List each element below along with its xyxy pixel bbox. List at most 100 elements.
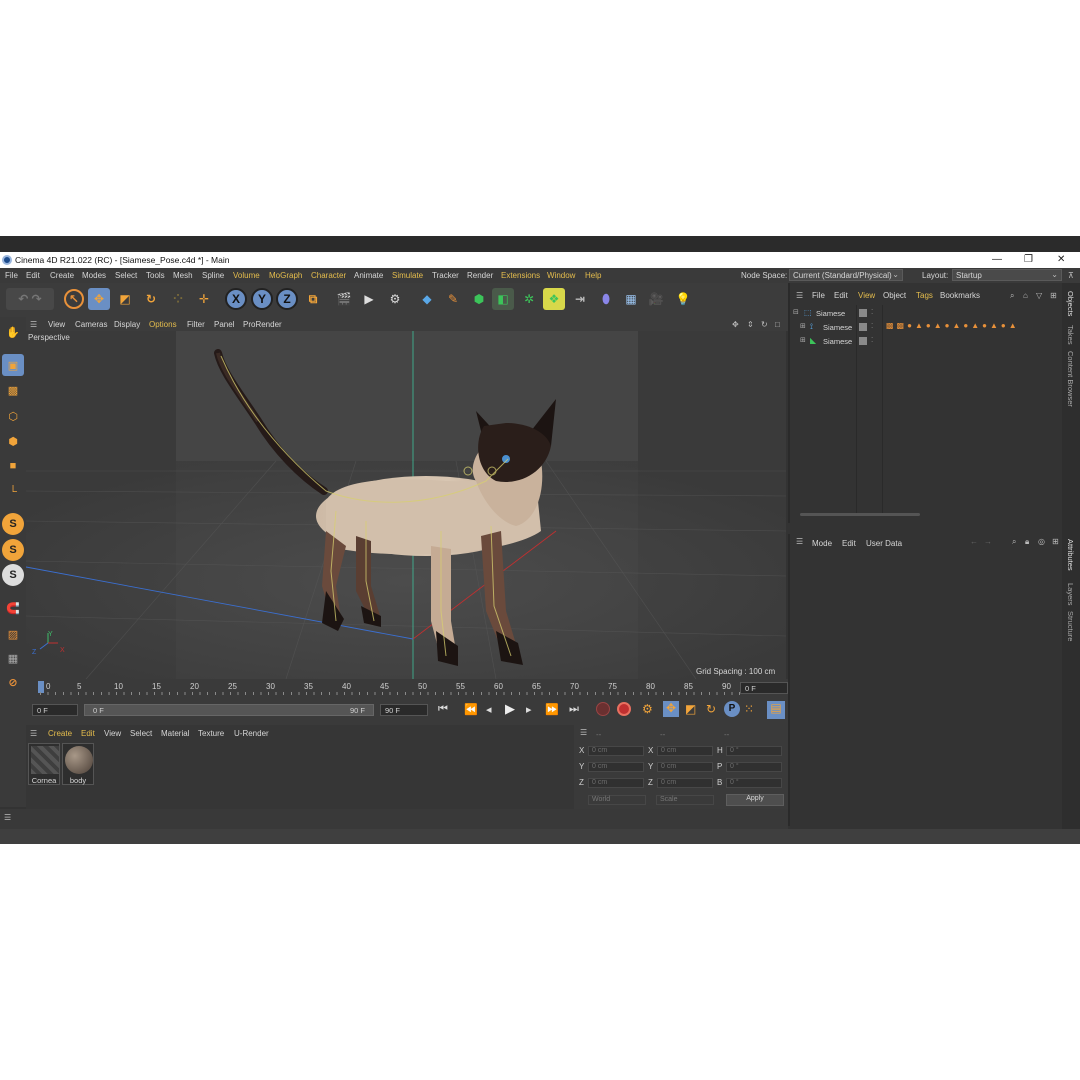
object-menu-bookmarks[interactable]: Bookmarks	[940, 291, 980, 300]
size-z-field[interactable]: 0 cm	[657, 778, 713, 788]
position-z-field[interactable]: 0 cm	[588, 778, 644, 788]
key-parameter-icon[interactable]: P	[724, 701, 740, 717]
material-menu-material[interactable]: Material	[161, 729, 189, 738]
lock-workplane-icon[interactable]: ⊘	[2, 671, 24, 693]
apply-button[interactable]: Apply	[726, 794, 784, 806]
start-frame-field[interactable]: 0 F	[32, 704, 78, 716]
hamburger-icon[interactable]: ☰	[580, 728, 587, 737]
viewport-menu-panel[interactable]: Panel	[214, 320, 234, 329]
menu-tracker[interactable]: Tracker	[432, 271, 459, 280]
camera-icon[interactable]: 🎥	[645, 288, 667, 310]
forward-arrow-icon[interactable]: →	[984, 537, 992, 546]
scale-dropdown[interactable]: Scale	[656, 795, 714, 805]
end-frame-field[interactable]: 90 F	[380, 704, 428, 716]
material-swatch-cornea[interactable]: Cornea	[28, 743, 60, 785]
play-icon[interactable]: ▶	[505, 701, 515, 717]
target-icon[interactable]: ◎	[1038, 537, 1045, 546]
texture-mode-icon[interactable]: ▩	[2, 379, 24, 401]
rotate-tool-icon[interactable]: ↻	[140, 288, 162, 310]
goto-start-icon[interactable]: ⏮	[438, 703, 448, 716]
record-active-icon[interactable]	[596, 702, 610, 716]
transform-tool-icon[interactable]: ✛	[193, 288, 215, 310]
pen-spline-icon[interactable]: ✎	[442, 288, 464, 310]
new-window-icon[interactable]: ⊞	[1052, 537, 1059, 546]
tab-objects[interactable]: Objects	[1066, 291, 1075, 316]
next-frame-icon[interactable]: ▸	[526, 703, 532, 716]
material-menu-create[interactable]: Create	[48, 729, 72, 738]
menu-mograph[interactable]: MoGraph	[269, 271, 302, 280]
render-picture-viewer-icon[interactable]: ▶	[358, 288, 380, 310]
minimize-button[interactable]: —	[992, 254, 1002, 265]
close-button[interactable]: ✕	[1057, 254, 1065, 265]
node-space-dropdown[interactable]: Current (Standard/Physical) ⌄	[789, 269, 903, 281]
key-scale-icon[interactable]: ◩	[685, 702, 696, 716]
tab-layers[interactable]: Layers	[1066, 583, 1075, 606]
axis-mode-icon[interactable]: └	[2, 481, 24, 503]
object-row[interactable]: ⊟ ⬚ Siamese ⁚	[790, 307, 1062, 320]
move-view-icon[interactable]: ✥	[732, 320, 739, 329]
frame-range-slider[interactable]: 0 F 90 F	[84, 704, 374, 716]
menu-modes[interactable]: Modes	[82, 271, 106, 280]
material-menu-texture[interactable]: Texture	[198, 729, 224, 738]
menu-file[interactable]: File	[5, 271, 18, 280]
light-icon[interactable]: 💡	[672, 288, 694, 310]
snap-icon[interactable]: 🧲	[2, 597, 24, 619]
viewport-menu-prorender[interactable]: ProRender	[243, 320, 282, 329]
viewport-menu-options[interactable]: Options	[149, 320, 177, 329]
menu-volume[interactable]: Volume	[233, 271, 260, 280]
menu-character[interactable]: Character	[311, 271, 346, 280]
cube-primitive-icon[interactable]: ◆	[416, 288, 438, 310]
tab-content-browser[interactable]: Content Browser	[1066, 351, 1075, 407]
menu-simulate[interactable]: Simulate	[392, 271, 423, 280]
visibility-check-icon[interactable]	[859, 337, 867, 345]
layout-lock-icon[interactable]: ⊼	[1068, 271, 1074, 280]
menu-create[interactable]: Create	[50, 271, 74, 280]
current-frame-field[interactable]: 0 F	[740, 682, 788, 694]
tab-structure[interactable]: Structure	[1066, 611, 1075, 641]
cloner-icon[interactable]: ❖	[543, 288, 565, 310]
hamburger-icon[interactable]: ☰	[796, 291, 803, 300]
material-menu-select[interactable]: Select	[130, 729, 152, 738]
search-icon[interactable]: ⌕	[1010, 291, 1014, 301]
visibility-check-icon[interactable]	[859, 323, 867, 331]
visibility-dots-icon[interactable]: ⁚	[871, 308, 873, 316]
size-y-field[interactable]: 0 cm	[657, 762, 713, 772]
expand-icon[interactable]: ⊞	[800, 322, 806, 330]
expand-icon[interactable]: ⊞	[800, 336, 806, 344]
live-selection-icon[interactable]: ↖	[64, 289, 84, 309]
model-mode-icon[interactable]: ▣	[2, 354, 24, 376]
solo-hierarchy-icon[interactable]: S	[2, 564, 24, 586]
undo-redo-button[interactable]: ↶ ↷	[6, 288, 54, 310]
perspective-viewport[interactable]: Perspective Grid Spacing : 100 cm Y Z X	[26, 331, 786, 679]
menu-render[interactable]: Render	[467, 271, 493, 280]
x-axis-lock-button[interactable]: X	[225, 288, 247, 310]
rotation-b-field[interactable]: 0 °	[726, 778, 782, 788]
position-y-field[interactable]: 0 cm	[588, 762, 644, 772]
object-menu-file[interactable]: File	[812, 291, 825, 300]
key-rotation-icon[interactable]: ↻	[706, 702, 716, 716]
y-axis-lock-button[interactable]: Y	[251, 288, 273, 310]
home-icon[interactable]: ⌂	[1023, 291, 1028, 300]
rotate-view-icon[interactable]: ↻	[761, 320, 768, 329]
solo-off-icon[interactable]: S	[2, 513, 24, 535]
zoom-view-icon[interactable]: ⇕	[747, 320, 754, 329]
maximize-view-icon[interactable]: □	[775, 320, 780, 329]
deformer-icon[interactable]: ⇥	[569, 288, 591, 310]
edges-mode-icon[interactable]: ⬢	[2, 430, 24, 452]
material-menu-urender[interactable]: U-Render	[234, 729, 269, 738]
next-key-icon[interactable]: ⏩	[545, 703, 559, 716]
goto-end-icon[interactable]: ⏭	[569, 703, 579, 716]
attribute-menu-user-data[interactable]: User Data	[866, 539, 902, 548]
material-swatch-body[interactable]: body	[62, 743, 94, 785]
object-menu-view[interactable]: View	[858, 291, 875, 300]
key-pla-icon[interactable]: ⁙	[744, 702, 754, 716]
timeline-window-icon[interactable]: ▤	[767, 701, 785, 719]
world-dropdown[interactable]: World	[588, 795, 646, 805]
prev-frame-icon[interactable]: ◂	[486, 703, 492, 716]
polygons-mode-icon[interactable]: ■	[2, 455, 24, 477]
menu-extensions[interactable]: Extensions	[501, 271, 540, 280]
menu-mesh[interactable]: Mesh	[173, 271, 193, 280]
render-settings-icon[interactable]: ⚙	[384, 288, 406, 310]
hamburger-icon[interactable]: ☰	[796, 537, 803, 546]
scale-tool-icon[interactable]: ◩	[114, 288, 136, 310]
